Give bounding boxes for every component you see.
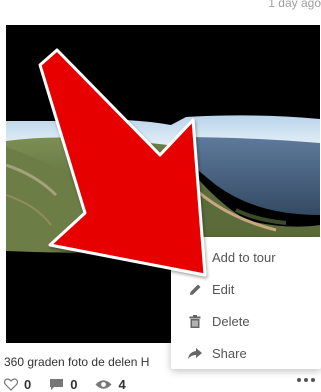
post-caption: 360 graden foto de delen H	[4, 355, 150, 369]
like-count: 0	[24, 376, 32, 392]
post-options-menu: Add to tour Edit Delete Share	[171, 237, 321, 369]
dot	[297, 378, 301, 382]
menu-item-label: Add to tour	[212, 249, 276, 265]
menu-item-edit[interactable]: Edit	[171, 273, 321, 305]
share-arrow-icon	[187, 347, 203, 359]
more-options-button[interactable]	[297, 378, 315, 382]
comment-stat[interactable]: 0	[49, 377, 77, 392]
views-stat: 4	[95, 376, 126, 392]
comment-icon	[49, 378, 64, 391]
menu-item-label: Share	[212, 345, 247, 361]
pencil-icon	[187, 283, 203, 296]
like-stat[interactable]: 0	[4, 377, 31, 392]
post-timestamp: 1 day ago	[268, 0, 321, 10]
menu-item-delete[interactable]: Delete	[171, 305, 321, 337]
menu-item-share[interactable]: Share	[171, 337, 321, 369]
trash-icon	[187, 314, 203, 328]
menu-item-add-to-tour[interactable]: Add to tour	[171, 241, 321, 273]
dot	[304, 378, 308, 382]
dot	[311, 378, 315, 382]
post-stats: 0 0 4	[4, 376, 144, 392]
menu-item-label: Delete	[212, 313, 250, 329]
view-count: 4	[118, 376, 126, 392]
menu-item-label: Edit	[212, 281, 235, 297]
eye-icon	[95, 379, 112, 390]
heart-icon	[4, 377, 18, 391]
comment-count: 0	[70, 376, 78, 392]
